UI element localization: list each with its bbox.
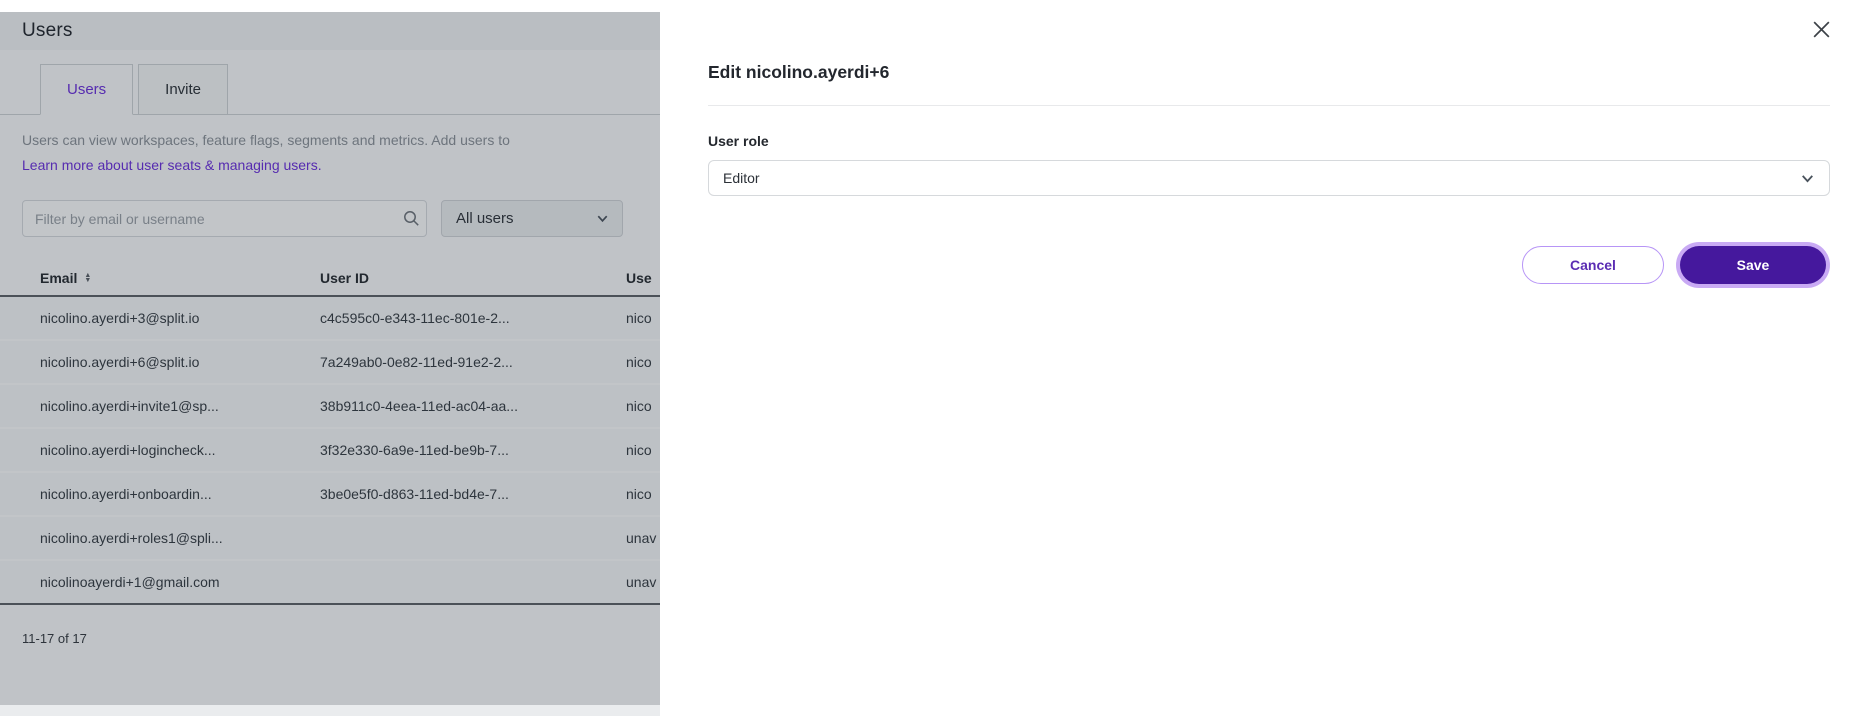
bottom-strip xyxy=(0,705,660,716)
screen: Users Users Invite Users can view worksp… xyxy=(0,0,1856,716)
chevron-down-icon xyxy=(1799,170,1816,187)
modal-title: Edit nicolino.ayerdi+6 xyxy=(708,62,1856,83)
cancel-button[interactable]: Cancel xyxy=(1522,246,1664,284)
modal-actions: Cancel Save xyxy=(660,246,1830,284)
divider xyxy=(708,105,1830,106)
modal-backdrop[interactable] xyxy=(0,12,660,705)
user-role-select[interactable]: Editor xyxy=(708,160,1830,196)
user-role-label: User role xyxy=(708,133,1856,149)
user-role-select-value: Editor xyxy=(723,170,760,186)
close-icon[interactable] xyxy=(1808,16,1834,42)
edit-user-modal: Edit nicolino.ayerdi+6 User role Editor … xyxy=(660,0,1856,716)
users-page: Users Users Invite Users can view worksp… xyxy=(0,0,660,716)
save-button[interactable]: Save xyxy=(1680,246,1826,284)
top-strip xyxy=(0,0,660,12)
